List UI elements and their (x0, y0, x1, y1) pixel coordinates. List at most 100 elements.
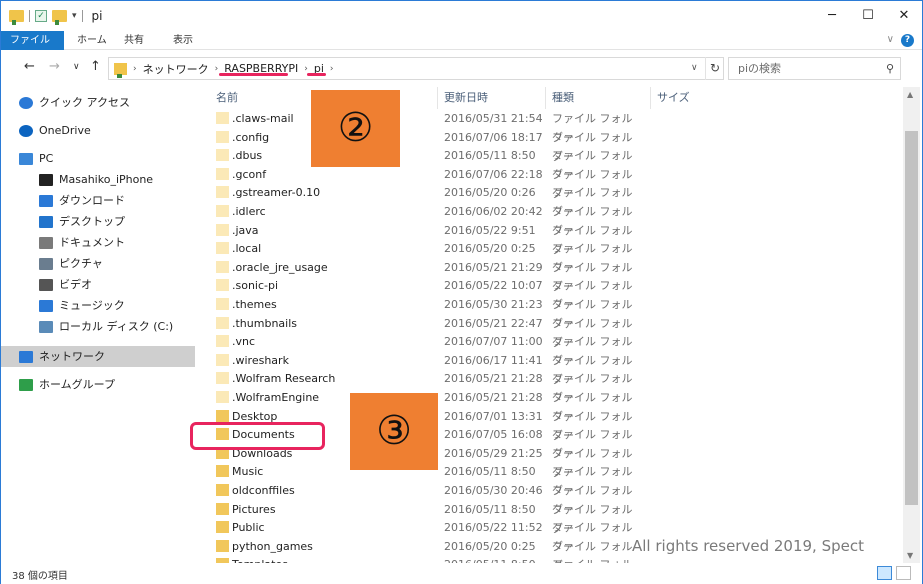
file-date: 2016/05/21 21:28 (444, 372, 543, 386)
file-row[interactable]: .gstreamer-0.10 2016/05/20 0:26 ファイル フォルダー (197, 183, 637, 218)
homegroup-icon (19, 379, 33, 391)
folder-icon (216, 186, 229, 199)
file-name: .vnc (232, 335, 256, 349)
search-input[interactable]: piの検索 ⚲ (728, 57, 901, 80)
file-date: 2016/07/05 16:08 (444, 428, 543, 442)
file-date: 2016/05/22 11:52 (444, 521, 543, 535)
expand-ribbon-icon[interactable]: ∨ (887, 34, 894, 45)
sidebar-item[interactable]: デスクトップ (1, 212, 195, 232)
cloud-icon (19, 125, 33, 137)
sidebar-item[interactable]: ローカル ディスク (C:) (1, 317, 195, 337)
file-row[interactable]: .oracle_jre_usage 2016/05/21 21:29 ファイル フォ… (197, 258, 637, 293)
sidebar-item[interactable]: ホームグループ (1, 375, 195, 395)
file-row[interactable]: .wireshark 2016/06/17 11:41 ファイル フォルダー (197, 351, 637, 386)
file-row[interactable]: oldconffiles 2016/05/30 20:46 ファイル フォルダー (197, 481, 637, 516)
status-bar: 38 個の項目 (1, 563, 922, 584)
tab-share[interactable]: 共有 (124, 31, 144, 50)
folder-icon (216, 223, 229, 236)
file-row[interactable]: .claws-mail 2016/05/31 21:54 ファイル フォルダー (197, 109, 637, 144)
forward-button[interactable]: → (49, 59, 60, 74)
search-icon: ⚲ (885, 62, 894, 75)
large-icons-view-button[interactable] (896, 566, 911, 580)
minimize-button[interactable]: ─ (814, 1, 850, 31)
file-date: 2016/05/31 21:54 (444, 112, 543, 125)
file-row[interactable]: Templates 2016/05/11 8:50 ファイル フォルダー (197, 555, 637, 563)
file-row[interactable]: .vnc 2016/07/07 11:00 ファイル フォルダー (197, 332, 637, 367)
column-date[interactable]: 更新日時 (444, 89, 488, 105)
close-button[interactable]: ✕ (886, 1, 922, 31)
file-row[interactable]: .gconf 2016/07/06 22:18 ファイル フォルダー (197, 165, 637, 200)
sidebar-item[interactable]: クイック アクセス (1, 93, 195, 113)
tab-home[interactable]: ホーム (77, 31, 107, 50)
refresh-button[interactable]: ↻ (705, 57, 724, 80)
file-row[interactable]: .java 2016/05/22 9:51 ファイル フォルダー (197, 221, 637, 256)
file-name: .wireshark (232, 353, 289, 367)
column-size[interactable]: サイズ (657, 89, 690, 105)
chevron-right-icon[interactable]: › (215, 64, 219, 74)
file-name: Pictures (232, 502, 276, 516)
address-dropdown-icon[interactable]: ∨ (691, 63, 698, 73)
file-date: 2016/05/20 0:26 (444, 186, 536, 200)
file-date: 2016/05/11 8:50 (444, 502, 536, 516)
back-button[interactable]: ← (24, 59, 35, 74)
folder-icon (216, 502, 229, 515)
file-name: .WolframEngine (232, 391, 320, 404)
file-row[interactable]: .themes 2016/05/30 21:23 ファイル フォルダー (197, 295, 637, 330)
file-date: 2016/05/21 21:29 (444, 260, 543, 274)
scroll-down-icon[interactable]: ▼ (907, 551, 913, 560)
file-row[interactable]: .local 2016/05/20 0:25 ファイル フォルダー (197, 239, 637, 274)
folder-icon (216, 242, 229, 255)
file-name: .idlerc (232, 205, 266, 218)
sidebar-item[interactable]: ミュージック (1, 296, 195, 316)
file-row[interactable]: .thumbnails 2016/05/21 22:47 ファイル フォルダー (197, 314, 637, 349)
file-name: python_games (232, 539, 313, 553)
file-row[interactable]: Pictures 2016/05/11 8:50 ファイル フォルダー (197, 500, 637, 535)
properties-icon[interactable]: ✓ (35, 10, 47, 22)
customize-toolbar-icon[interactable]: ▾ (72, 11, 77, 21)
file-row[interactable]: python_games 2016/05/20 0:25 ファイル フォルダー (197, 537, 637, 563)
scrollbar-thumb[interactable] (905, 131, 918, 505)
chevron-right-icon[interactable]: › (330, 64, 334, 74)
tab-file[interactable]: ファイル (1, 31, 64, 50)
folder-icon (216, 298, 229, 310)
sidebar-item[interactable]: ビデオ (1, 275, 195, 295)
scroll-up-icon[interactable]: ▲ (907, 90, 913, 99)
help-icon[interactable]: ? (901, 34, 914, 47)
column-type[interactable]: 種類 (552, 89, 574, 105)
recent-locations-icon[interactable]: ∨ (73, 62, 80, 72)
file-name: .thumbnails (232, 316, 298, 330)
video-icon (39, 279, 53, 291)
sidebar-item[interactable]: ネットワーク (1, 346, 195, 367)
address-bar[interactable]: › ネットワーク › RASPBERRYPI › pi › (108, 57, 724, 80)
up-button[interactable]: ↑ (90, 59, 101, 74)
chevron-right-icon[interactable]: › (133, 64, 137, 74)
sidebar-item[interactable]: ドキュメント (1, 233, 195, 253)
sidebar-item[interactable]: ダウンロード (1, 191, 195, 211)
file-row[interactable]: .config 2016/07/06 18:17 ファイル フォルダー (197, 128, 637, 163)
sidebar-item[interactable]: ピクチャ (1, 254, 195, 274)
highlight-underline (307, 73, 326, 76)
sidebar-item[interactable]: Masahiko_iPhone (1, 170, 195, 190)
chevron-right-icon[interactable]: › (304, 64, 308, 74)
file-row[interactable]: Public 2016/05/22 11:52 ファイル フォルダー (197, 518, 637, 553)
file-row[interactable]: .sonic-pi 2016/05/22 10:07 ファイル フォルダー (197, 276, 637, 311)
sidebar-item[interactable]: OneDrive (1, 121, 195, 141)
vertical-scrollbar[interactable]: ▲ ▼ (903, 87, 920, 563)
column-name[interactable]: 名前 (216, 89, 238, 105)
desktop-icon (39, 216, 53, 228)
file-date: 2016/05/11 8:50 (444, 555, 536, 563)
new-folder-icon[interactable] (52, 10, 67, 25)
file-row[interactable]: .idlerc 2016/06/02 20:42 ファイル フォルダー (197, 202, 637, 237)
file-row[interactable]: .dbus 2016/05/11 8:50 ファイル フォルダー (197, 146, 637, 181)
folder-icon (216, 167, 229, 180)
details-view-button[interactable] (877, 566, 892, 580)
divider (81, 10, 83, 22)
file-row[interactable]: .Wolfram Research 2016/05/21 21:28 ファイル フォ… (197, 369, 637, 404)
sidebar-item[interactable]: PC (1, 149, 195, 169)
breadcrumb-network[interactable]: ネットワーク (143, 61, 209, 77)
file-date: 2016/05/30 21:23 (444, 298, 543, 311)
maximize-button[interactable]: ☐ (850, 1, 886, 31)
folder-icon (216, 130, 229, 143)
tab-view[interactable]: 表示 (173, 31, 193, 50)
sidebar-item-label: ローカル ディスク (C:) (59, 320, 174, 333)
